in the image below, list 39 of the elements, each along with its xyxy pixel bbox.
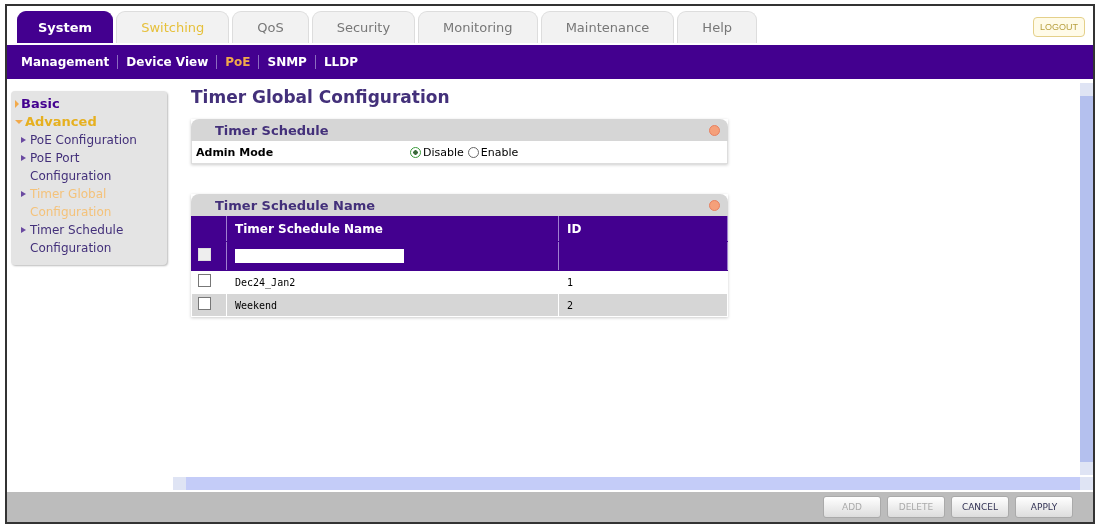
nav-tab[interactable]: Maintenance bbox=[540, 11, 675, 43]
input-field[interactable] bbox=[235, 248, 404, 263]
table-cell: Dec24_Jan2 bbox=[235, 276, 296, 288]
action-button[interactable]: APPLY bbox=[1015, 496, 1073, 518]
sidebar-item[interactable]: Basic bbox=[21, 95, 60, 113]
sidebar-item[interactable]: PoE Configuration bbox=[30, 131, 148, 149]
subnav-link[interactable]: Device View bbox=[126, 55, 209, 69]
sidebar-item[interactable]: Timer Schedule Configuration bbox=[30, 221, 148, 257]
subnav-link[interactable]: LLDP bbox=[323, 55, 358, 69]
subnav-link[interactable]: PoE bbox=[225, 55, 251, 69]
subnav-link[interactable]: Management bbox=[21, 55, 110, 69]
chevron-icon bbox=[21, 227, 26, 233]
nav-tab[interactable]: Monitoring bbox=[418, 11, 538, 43]
vertical-scrollbar[interactable] bbox=[1080, 83, 1093, 475]
nav-tab[interactable]: QoS bbox=[232, 11, 309, 43]
chevron-icon bbox=[21, 137, 26, 143]
chevron-icon bbox=[21, 155, 26, 161]
panel-title: Timer Schedule Name bbox=[215, 197, 376, 213]
horizontal-scrollbar[interactable] bbox=[173, 477, 1093, 490]
subnav-link[interactable]: SNMP bbox=[267, 55, 307, 69]
page-title: Timer Global Configuration bbox=[191, 87, 451, 107]
nav-tab[interactable]: Help bbox=[677, 11, 757, 43]
panel-title: Timer Schedule bbox=[215, 122, 329, 138]
radio-button[interactable] bbox=[410, 146, 421, 158]
field-label: Admin Mode bbox=[196, 145, 275, 159]
checkbox[interactable] bbox=[198, 274, 211, 287]
checkbox[interactable] bbox=[198, 297, 211, 310]
column-header: ID bbox=[558, 216, 728, 242]
nav-tab[interactable]: Security bbox=[311, 11, 416, 43]
radio-label: Disable bbox=[423, 145, 464, 159]
table-cell: 1 bbox=[567, 276, 574, 288]
table-cell: Weekend bbox=[235, 299, 278, 311]
radio-label: Enable bbox=[480, 145, 519, 159]
chevron-icon bbox=[21, 191, 26, 197]
sidebar-item[interactable]: PoE Port Configuration bbox=[30, 149, 148, 185]
table-cell: 2 bbox=[567, 299, 574, 311]
nav-tab[interactable]: System bbox=[17, 11, 114, 43]
column-header: Timer Schedule Name bbox=[226, 216, 559, 242]
action-button[interactable]: CANCEL bbox=[951, 496, 1009, 518]
